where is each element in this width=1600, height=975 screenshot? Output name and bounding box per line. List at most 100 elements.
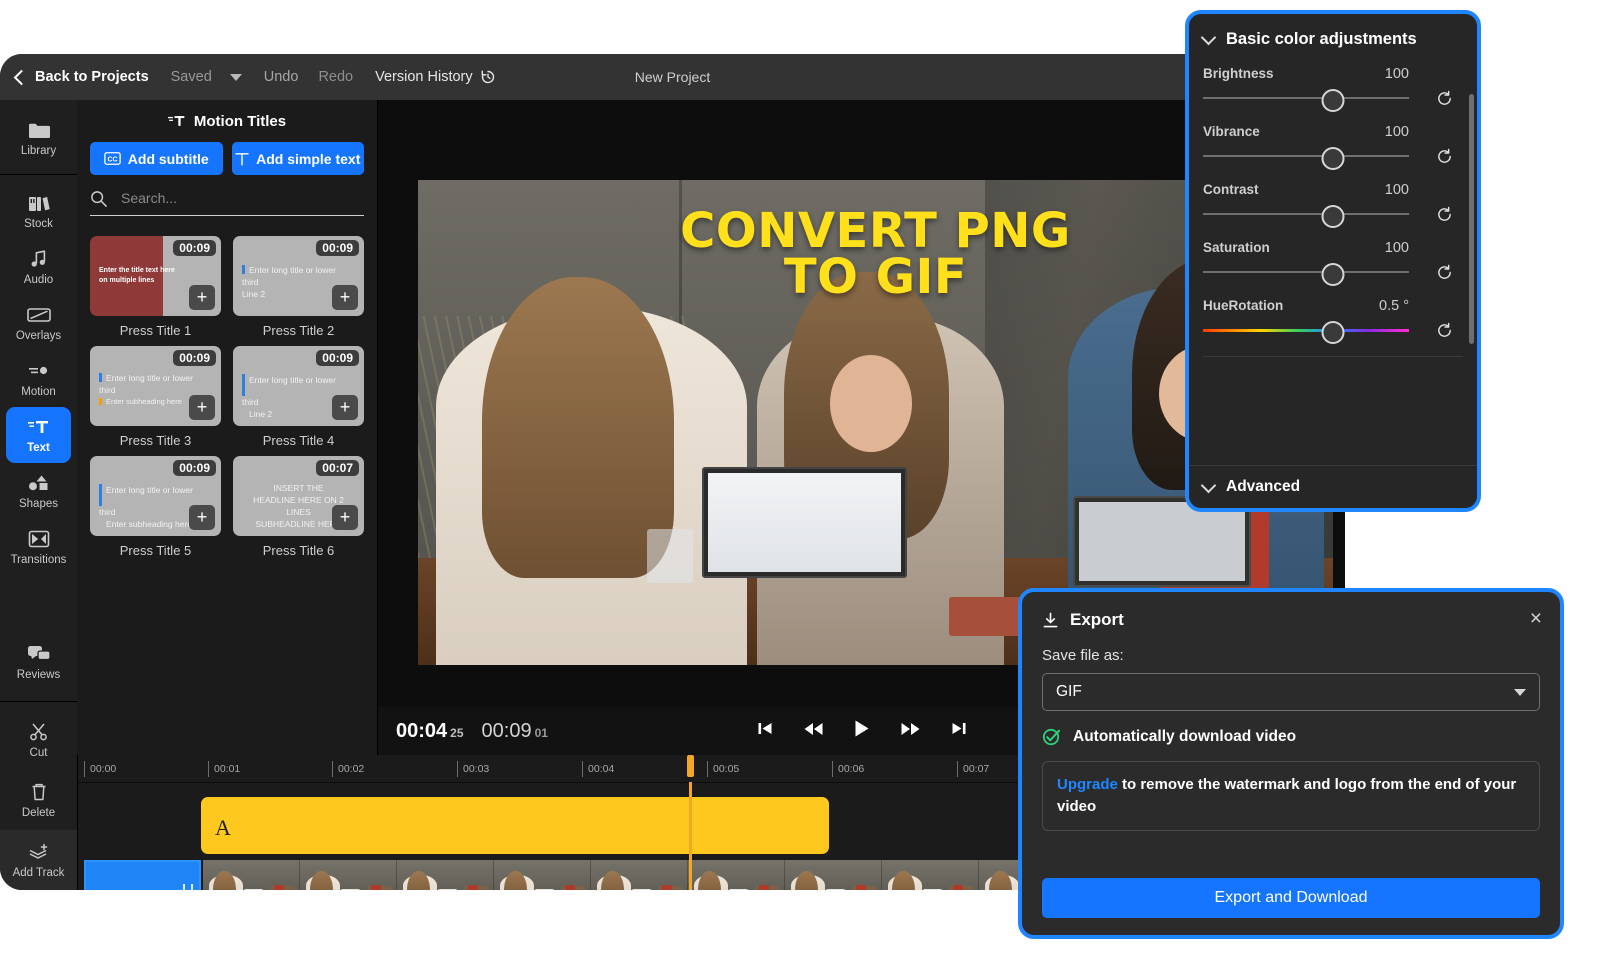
add-template-button[interactable]: + [332,285,358,310]
add-template-button[interactable]: + [332,395,358,420]
sidebar-top-group: Library Stock Audio Overlays Motion Text… [0,100,77,575]
reset-icon[interactable] [1436,206,1453,228]
skip-to-end-icon[interactable] [950,720,967,742]
reset-icon[interactable] [1436,322,1453,344]
export-dialog: Export × Save file as: GIF Automatically… [1018,588,1564,939]
slider-track [1203,155,1409,157]
rewind-icon[interactable] [803,721,823,742]
add-subtitle-button[interactable]: CC Add subtitle [90,142,223,175]
template-card[interactable]: Enter long title or lower third Line 2 0… [233,346,364,448]
sidebar-item-overlays[interactable]: Overlays [0,295,77,351]
template-line: Enter subheading here [106,397,182,406]
slider-track-wrap[interactable] [1203,82,1463,116]
slider-label: Vibrance [1203,124,1260,139]
playhead[interactable] [687,755,694,890]
slider-track-wrap[interactable] [1203,140,1463,174]
reset-icon[interactable] [1436,264,1453,286]
clip-trim-handle[interactable] [183,884,193,890]
add-template-button[interactable]: + [189,285,215,310]
sidebar-item-transitions[interactable]: Transitions [0,519,77,575]
slider-handle[interactable] [1321,147,1345,170]
sidebar-item-reviews[interactable]: Reviews [0,631,77,693]
undo-button[interactable]: Undo [264,69,299,85]
filmstrip-frame [688,860,785,890]
reset-icon[interactable] [1436,148,1453,170]
advanced-section-header[interactable]: Advanced [1189,465,1477,508]
slider-handle[interactable] [1321,263,1345,286]
add-template-button[interactable]: + [189,505,215,530]
template-card[interactable]: Enter long title or lower third Enter su… [90,456,221,558]
slider-label: HueRotation [1203,298,1284,313]
auto-download-checkbox[interactable]: Automatically download video [1022,711,1560,747]
sidebar-item-library[interactable]: Library [0,110,77,166]
fast-forward-icon[interactable] [900,721,920,742]
template-grid: Enter the title text here on multiple li… [77,216,377,558]
search-input[interactable] [119,189,364,207]
slider-track-wrap[interactable] [1203,256,1463,290]
search-icon [91,190,107,207]
current-frames: 25 [450,725,464,740]
sidebar-item-add-track[interactable]: Add Track [0,830,77,890]
sidebar-item-label: Stock [24,218,53,230]
sidebar-item-label: Shapes [18,498,58,510]
playback-controls [756,719,967,743]
sidebar-item-text[interactable]: Text [6,407,71,463]
ruler-tick: 00:05 [707,761,739,777]
search-bar[interactable] [90,189,364,216]
filmstrip-frame [397,860,494,890]
slider-track-wrap[interactable] [1203,314,1463,348]
text-clip[interactable]: A [201,797,829,854]
sidebar-item-delete[interactable]: Delete [0,770,77,830]
video-person-center-face [829,354,913,452]
template-thumbnail: Enter long title or lower third Enter su… [90,456,221,536]
template-card[interactable]: Enter long title or lower third Enter su… [90,346,221,448]
add-template-button[interactable]: + [332,505,358,530]
chevron-down-icon[interactable] [229,73,242,81]
slider-track-wrap[interactable] [1203,198,1463,232]
panel-scrollbar[interactable] [1469,94,1474,344]
skip-to-start-icon[interactable] [756,720,773,742]
template-line: Enter long title or lower third [99,373,193,395]
text-t-icon [235,152,249,165]
export-dialog-header: Export [1022,592,1560,630]
reset-icon[interactable] [1436,90,1453,112]
export-and-download-button[interactable]: Export and Download [1042,878,1540,918]
sidebar-item-motion[interactable]: Motion [0,351,77,407]
color-panel-header[interactable]: Basic color adjustments [1189,14,1477,61]
play-icon[interactable] [853,719,870,743]
left-sidebar: Library Stock Audio Overlays Motion Text… [0,100,77,890]
add-simple-text-button[interactable]: Add simple text [231,142,364,175]
slider-handle[interactable] [1321,89,1345,112]
template-line: Line 2 [249,409,273,419]
filmstrip-frame [785,860,882,890]
slider-value: 0.5 ° [1379,298,1409,314]
template-line: Enter long title or lower third [99,485,193,517]
template-card[interactable]: Enter the title text here on multiple li… [90,236,221,338]
sidebar-item-stock[interactable]: Stock [0,183,77,239]
template-duration: 00:09 [316,350,359,366]
redo-button[interactable]: Redo [318,69,353,85]
version-history-button[interactable]: Version History [375,69,496,85]
file-format-select[interactable]: GIF [1042,673,1540,711]
back-to-projects-button[interactable]: Back to Projects [13,69,149,85]
slider-row-brightness: Brightness 100 [1203,66,1463,116]
close-icon[interactable]: × [1530,608,1542,629]
video-clip-selected[interactable] [84,860,201,890]
playhead-handle[interactable] [687,755,694,777]
add-template-button[interactable]: + [189,395,215,420]
template-card[interactable]: INSERT THE HEADLINE HERE ON 2 LINES SUBH… [233,456,364,558]
slider-handle[interactable] [1321,321,1345,344]
sidebar-item-audio[interactable]: Audio [0,239,77,295]
slider-handle[interactable] [1321,205,1345,228]
download-icon [1043,612,1058,627]
sidebar-item-shapes[interactable]: Shapes [0,463,77,519]
upgrade-link[interactable]: Upgrade [1057,776,1118,793]
sidebar-item-cut[interactable]: Cut [0,710,77,770]
slider-label: Brightness [1203,66,1274,81]
accent-bar [242,265,245,274]
slider-value: 100 [1384,182,1409,198]
slider-track [1203,97,1409,99]
template-card[interactable]: Enter long title or lower third Line 2 0… [233,236,364,338]
template-preview-text: Enter the title text here on multiple li… [99,266,193,286]
ruler-tick: 00:07 [957,761,989,777]
